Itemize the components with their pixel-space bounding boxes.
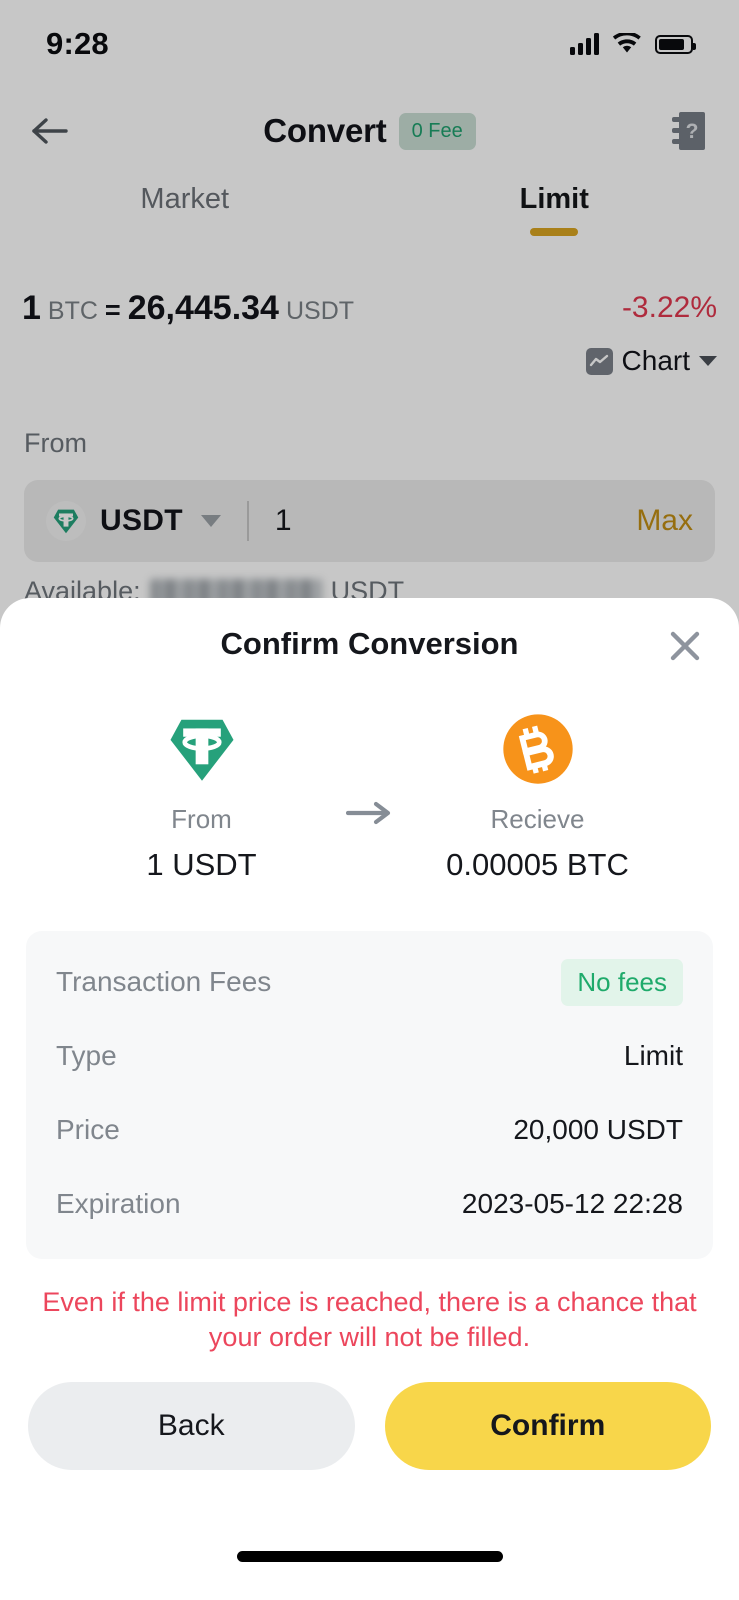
conversion-receive-value: 0.00005 BTC bbox=[446, 847, 629, 882]
confirm-conversion-sheet: Confirm Conversion From 1 USDT Recieve 0… bbox=[0, 598, 739, 1600]
close-icon bbox=[670, 631, 700, 661]
detail-value: Limit bbox=[623, 1040, 683, 1071]
conversion-arrow bbox=[327, 712, 413, 826]
home-indicator bbox=[236, 1551, 503, 1562]
conversion-from-value: 1 USDT bbox=[146, 847, 257, 882]
detail-value: 2023-05-12 22:28 bbox=[461, 1188, 683, 1219]
table-row: Expiration 2023-05-12 22:28 bbox=[56, 1167, 683, 1241]
conversion-receive-caption: Recieve bbox=[490, 804, 585, 834]
back-button-modal[interactable]: Back bbox=[28, 1382, 355, 1471]
detail-key: Price bbox=[56, 1114, 120, 1145]
conversion-from-caption: From bbox=[171, 804, 232, 834]
sheet-actions: Back Confirm bbox=[28, 1382, 711, 1471]
tether-logo-icon bbox=[165, 712, 239, 786]
table-row: Price 20,000 USDT bbox=[56, 1093, 683, 1167]
limit-order-warning: Even if the limit price is reached, ther… bbox=[42, 1287, 697, 1352]
table-row: Type Limit bbox=[56, 1019, 683, 1093]
detail-key: Type bbox=[56, 1040, 117, 1071]
bitcoin-logo-icon bbox=[501, 712, 575, 786]
sheet-title: Confirm Conversion bbox=[220, 626, 519, 661]
detail-value: 20,000 USDT bbox=[513, 1114, 683, 1145]
arrow-right-icon bbox=[345, 801, 390, 825]
detail-key: Transaction Fees bbox=[56, 966, 272, 997]
conversion-from-column: From 1 USDT bbox=[77, 712, 327, 883]
confirm-button[interactable]: Confirm bbox=[384, 1382, 711, 1471]
no-fees-badge: No fees bbox=[561, 958, 683, 1006]
sheet-header: Confirm Conversion bbox=[0, 598, 739, 690]
table-row: Transaction Fees No fees bbox=[56, 945, 683, 1019]
order-details-card: Transaction Fees No fees Type Limit Pric… bbox=[26, 931, 713, 1259]
close-button[interactable] bbox=[663, 624, 707, 668]
conversion-receive-column: Recieve 0.00005 BTC bbox=[413, 712, 663, 883]
detail-key: Expiration bbox=[56, 1188, 181, 1219]
conversion-summary: From 1 USDT Recieve 0.00005 BTC bbox=[0, 690, 739, 883]
phone-screen: 9:28 Convert 0 Fee ? Market Limit 1 BTC … bbox=[0, 0, 739, 1600]
